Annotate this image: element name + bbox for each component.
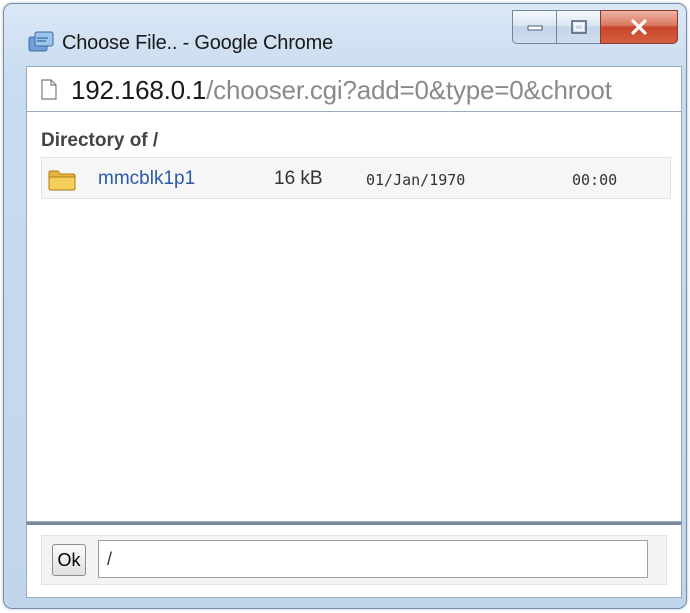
title-bar[interactable]: Choose File.. - Google Chrome [4,4,686,60]
file-date: 01/Jan/1970 [366,171,466,189]
file-name-link[interactable]: mmcblk1p1 [98,168,195,190]
chrome-app-icon [28,31,54,52]
maximize-button[interactable] [556,10,600,44]
page-icon [41,79,57,100]
maximize-icon [570,20,587,34]
chooser-footer: Ok [26,522,682,598]
ok-button[interactable]: Ok [52,544,86,576]
minimize-button[interactable] [512,10,556,44]
address-bar[interactable]: 192.168.0.1/chooser.cgi?add=0&type=0&chr… [26,66,682,112]
url-host: 192.168.0.1 [71,75,207,105]
footer-panel: Ok [41,535,667,585]
minimize-icon [527,25,542,31]
close-icon [631,19,647,35]
url-path: /chooser.cgi?add=0&type=0&chroot [206,75,612,105]
file-size: 16 kB [274,168,323,189]
close-button[interactable] [600,10,678,44]
folder-icon[interactable] [48,169,76,191]
window-title: Choose File.. - Google Chrome [62,32,333,54]
chrome-popup-window: Choose File.. - Google Chrome 192.168.0.… [3,3,687,609]
file-chooser-content: Directory of / mmcblk1p1 16 kB 01/Jan/19… [26,112,682,522]
directory-heading: Directory of / [41,130,159,151]
url-text: 192.168.0.1/chooser.cgi?add=0&type=0&chr… [71,75,612,106]
file-row[interactable]: mmcblk1p1 16 kB 01/Jan/1970 00:00 [41,157,671,199]
file-time: 00:00 [572,171,618,189]
path-input[interactable] [98,540,648,578]
window-controls [512,10,678,46]
